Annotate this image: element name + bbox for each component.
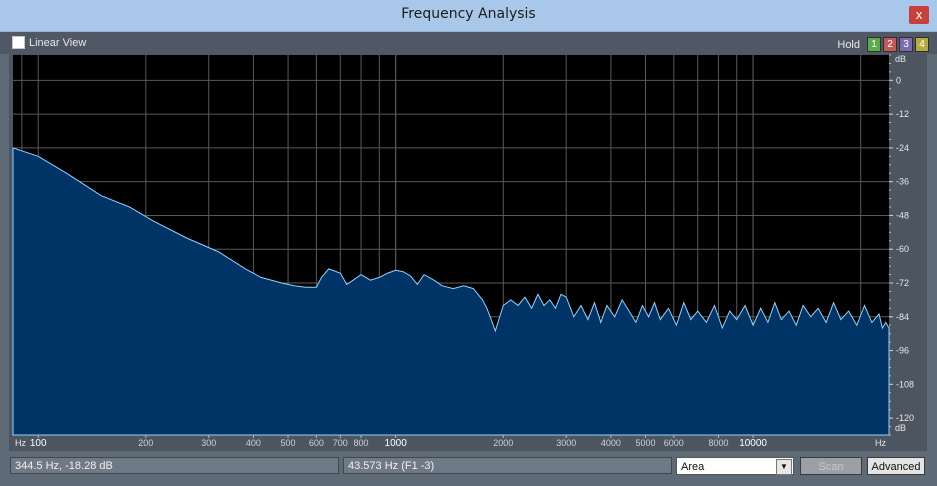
x-tick-label: 400 bbox=[246, 438, 261, 448]
x-tick-label: 6000 bbox=[664, 438, 684, 448]
x-tick-label: 100 bbox=[30, 438, 47, 449]
y-tick-label: -36 bbox=[896, 177, 909, 187]
y-tick-label: -120 bbox=[896, 413, 914, 423]
x-tick-label: 5000 bbox=[635, 438, 655, 448]
x-tick-label: 3000 bbox=[556, 438, 576, 448]
x-tick-label: 8000 bbox=[708, 438, 728, 448]
scan-button[interactable]: Scan bbox=[800, 457, 862, 475]
x-tick-label: 10000 bbox=[739, 438, 767, 449]
x-tick-label: 700 bbox=[333, 438, 348, 448]
display-mode-value: Area bbox=[681, 461, 705, 473]
y-tick-label: -48 bbox=[896, 210, 909, 220]
y-tick-label: 0 bbox=[896, 75, 901, 85]
x-tick-label: 4000 bbox=[601, 438, 621, 448]
y-tick-label: -108 bbox=[896, 379, 914, 389]
y-tick-label: -60 bbox=[896, 244, 909, 254]
advanced-button[interactable]: Advanced bbox=[867, 457, 925, 475]
y-tick-label: -96 bbox=[896, 346, 909, 356]
x-tick-label: 200 bbox=[138, 438, 153, 448]
x-tick-label: 2000 bbox=[493, 438, 513, 448]
x-tick-label: 1000 bbox=[385, 438, 408, 449]
y-tick-label: -84 bbox=[896, 312, 909, 322]
cursor-readout: 344.5 Hz, -18.28 dB bbox=[10, 457, 339, 474]
x-tick-label: 800 bbox=[354, 438, 369, 448]
x-tick-label: 600 bbox=[309, 438, 324, 448]
y-unit-bottom: dB bbox=[895, 423, 906, 433]
y-tick-label: -24 bbox=[896, 143, 909, 153]
chevron-down-icon[interactable]: ▼ bbox=[776, 459, 792, 475]
x-tick-label: 300 bbox=[201, 438, 216, 448]
x-tick-label: 500 bbox=[281, 438, 296, 448]
display-mode-select[interactable]: Area ▼ bbox=[676, 457, 794, 475]
spectrum-chart[interactable]: 0 -12 -24 -36 -48 -60 -72 -84 -96 -108 -120 100 200… bbox=[0, 0, 937, 486]
y-unit-top: dB bbox=[895, 54, 906, 64]
y-tick-label: -72 bbox=[896, 278, 909, 288]
y-tick-label: -12 bbox=[896, 109, 909, 119]
x-unit-left: Hz bbox=[15, 438, 26, 448]
x-unit-right: Hz bbox=[875, 438, 886, 448]
peak-readout: 43.573 Hz (F1 -3) bbox=[343, 457, 672, 474]
